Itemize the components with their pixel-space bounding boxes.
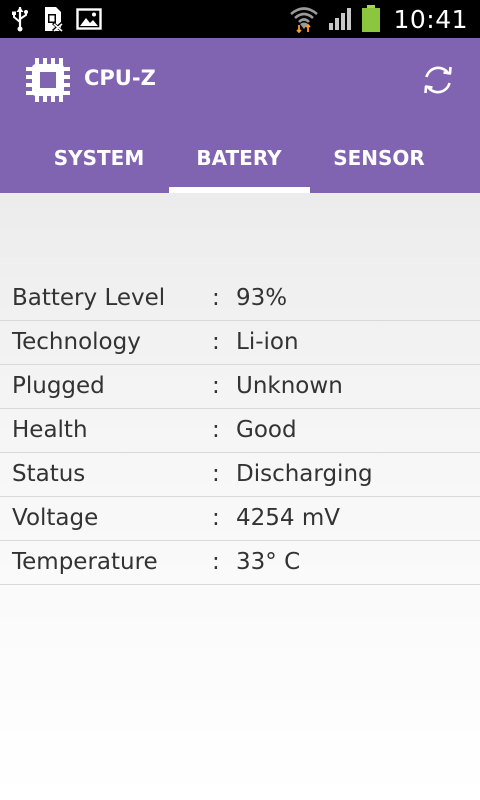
row-label: Temperature bbox=[12, 549, 158, 575]
info-row-plugged: Plugged : Unknown bbox=[0, 365, 480, 409]
status-bar: 10:41 bbox=[0, 0, 480, 38]
refresh-icon[interactable] bbox=[420, 62, 456, 98]
tab-batery[interactable]: BATERY bbox=[169, 136, 309, 193]
row-label: Voltage bbox=[12, 505, 99, 531]
wifi-icon bbox=[289, 5, 319, 33]
row-separator: : bbox=[212, 417, 220, 443]
row-label: Plugged bbox=[12, 373, 105, 399]
notification-icons bbox=[10, 5, 102, 33]
info-row-temperature: Temperature : 33° C bbox=[0, 541, 480, 585]
usb-icon bbox=[10, 6, 30, 32]
image-icon bbox=[76, 8, 102, 30]
info-row-voltage: Voltage : 4254 mV bbox=[0, 497, 480, 541]
row-separator: : bbox=[212, 329, 220, 355]
app-title: CPU-Z bbox=[84, 66, 156, 90]
app-bar: CPU-Z SYSTEM BATERY SENSOR bbox=[0, 38, 480, 193]
info-row-technology: Technology : Li-ion bbox=[0, 321, 480, 365]
info-row-battery-level: Battery Level : 93% bbox=[0, 277, 480, 321]
row-label: Health bbox=[12, 417, 88, 443]
battery-content: Battery Level : 93% Technology : Li-ion … bbox=[0, 193, 480, 800]
row-separator: : bbox=[212, 549, 220, 575]
row-value: Discharging bbox=[236, 461, 373, 487]
row-separator: : bbox=[212, 505, 220, 531]
row-value: 93% bbox=[236, 285, 288, 311]
row-label: Status bbox=[12, 461, 86, 487]
info-row-status: Status : Discharging bbox=[0, 453, 480, 497]
tab-bar: SYSTEM BATERY SENSOR bbox=[0, 136, 480, 193]
tab-system[interactable]: SYSTEM bbox=[29, 136, 169, 193]
row-label: Technology bbox=[12, 329, 141, 355]
row-value: Li-ion bbox=[236, 329, 299, 355]
battery-icon bbox=[361, 5, 381, 33]
sim-card-icon bbox=[42, 6, 64, 32]
clock: 10:41 bbox=[393, 4, 468, 34]
signal-icon bbox=[327, 7, 353, 31]
chip-icon bbox=[24, 56, 72, 104]
row-value: 4254 mV bbox=[236, 505, 340, 531]
system-indicators: 10:41 bbox=[289, 0, 468, 38]
row-value: Unknown bbox=[236, 373, 343, 399]
row-label: Battery Level bbox=[12, 285, 166, 311]
info-row-health: Health : Good bbox=[0, 409, 480, 453]
row-value: Good bbox=[236, 417, 297, 443]
row-separator: : bbox=[212, 373, 220, 399]
row-separator: : bbox=[212, 285, 220, 311]
row-value: 33° C bbox=[236, 549, 301, 575]
tab-sensor[interactable]: SENSOR bbox=[309, 136, 449, 193]
row-separator: : bbox=[212, 461, 220, 487]
battery-info-list: Battery Level : 93% Technology : Li-ion … bbox=[0, 277, 480, 585]
